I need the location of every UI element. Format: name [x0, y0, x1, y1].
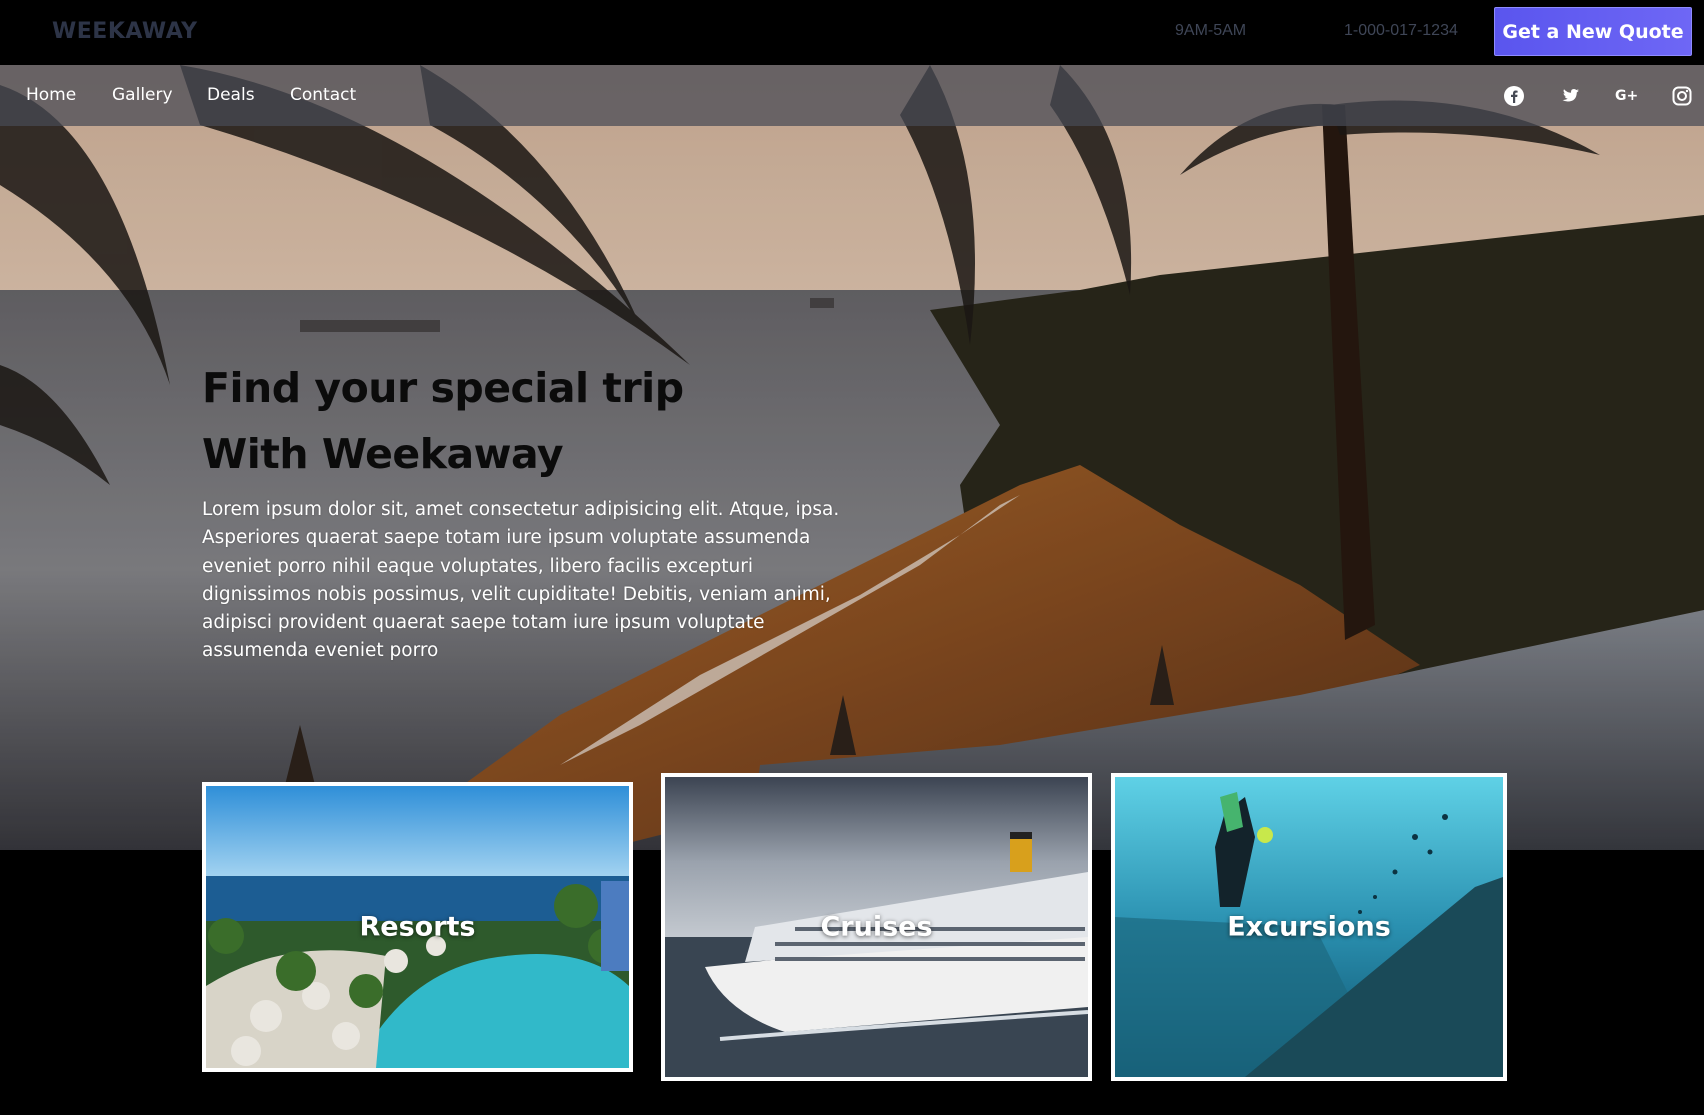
nav-item-contact[interactable]: Contact [290, 85, 356, 105]
business-hours: 9AM-5AM [1175, 22, 1247, 39]
card-resorts[interactable]: Resorts [202, 782, 633, 1072]
top-bar: WEEKAWAY 9AM-5AM 1-000-017-1234 Get a Ne… [0, 0, 1704, 65]
twitter-icon[interactable] [1559, 85, 1581, 107]
hero-title: Find your special trip With Weekaway [202, 355, 684, 487]
google-plus-icon[interactable]: G+ [1615, 85, 1645, 107]
hero-description: Lorem ipsum dolor sit, amet consectetur … [202, 499, 840, 662]
google-plus-glyph: G+ [1615, 88, 1639, 104]
card-label-excursions: Excursions [1227, 911, 1391, 943]
nav-item-deals[interactable]: Deals [207, 85, 255, 105]
brand-logo[interactable]: WEEKAWAY [52, 19, 198, 44]
facebook-icon[interactable] [1503, 85, 1525, 107]
card-cruises[interactable]: Cruises [661, 773, 1092, 1081]
get-quote-button[interactable]: Get a New Quote [1494, 7, 1692, 56]
nav-item-home[interactable]: Home [26, 85, 76, 105]
hero-title-line-2: With Weekaway [202, 430, 564, 478]
hero-title-line-1: Find your special trip [202, 364, 684, 412]
card-label-cruises: Cruises [820, 911, 933, 943]
card-label-resorts: Resorts [359, 911, 476, 943]
nav-item-gallery[interactable]: Gallery [112, 85, 173, 105]
phone-number[interactable]: 1-000-017-1234 [1344, 22, 1458, 40]
main-nav: Home Gallery Deals Contact G+ [0, 65, 1704, 126]
instagram-icon[interactable] [1671, 85, 1693, 107]
card-excursions[interactable]: Excursions [1111, 773, 1507, 1081]
